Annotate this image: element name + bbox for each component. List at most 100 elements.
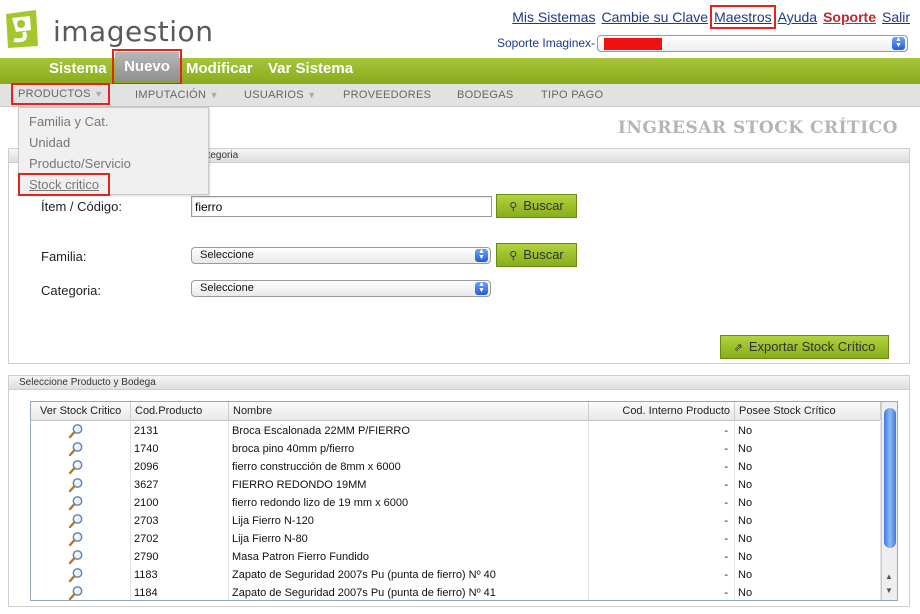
magnifier-icon[interactable] bbox=[68, 477, 84, 493]
magnifier-icon[interactable] bbox=[68, 549, 84, 565]
col-posee-stock[interactable]: Posee Stock Crítico bbox=[735, 402, 881, 421]
ver-stock-cell bbox=[31, 584, 131, 600]
posee-stock-cell: No bbox=[735, 566, 881, 584]
soporte-select[interactable]: ▲ ▼ bbox=[597, 35, 908, 52]
link-soporte[interactable]: Soporte bbox=[823, 9, 876, 25]
menu-item-producto-servicio[interactable]: Producto/Servicio bbox=[29, 156, 131, 171]
item-code-input[interactable] bbox=[191, 196, 492, 217]
col-nombre[interactable]: Nombre bbox=[229, 402, 589, 421]
buscar-familia-button[interactable]: ⚲ Buscar bbox=[496, 243, 577, 267]
subnav-tipo-pago[interactable]: TIPO PAGO bbox=[541, 89, 603, 101]
nav-nuevo[interactable]: Nuevo bbox=[112, 49, 182, 85]
magnifier-icon[interactable] bbox=[68, 423, 84, 439]
scroll-down-icon[interactable]: ▼ bbox=[885, 586, 893, 595]
cod-interno-cell: - bbox=[589, 584, 735, 600]
link-cambie-clave[interactable]: Cambie su Clave bbox=[601, 9, 708, 25]
magnifier-icon[interactable] bbox=[68, 513, 84, 529]
nav-sistema[interactable]: Sistema bbox=[49, 58, 107, 84]
caret-down-icon: ▼ bbox=[307, 90, 317, 100]
search-icon: ⚲ bbox=[509, 201, 518, 213]
logo-text: imagestion bbox=[53, 15, 214, 48]
subnav-usuarios[interactable]: USUARIOS ▼ bbox=[244, 89, 316, 101]
ver-stock-cell bbox=[31, 512, 131, 530]
table-row[interactable]: 1184 Zapato de Seguridad 2007s Pu (punta … bbox=[31, 584, 881, 600]
familia-select-value: Seleccione bbox=[200, 249, 254, 261]
cod-producto-cell: 2790 bbox=[131, 548, 229, 566]
nombre-cell: Masa Patron Fierro Fundido bbox=[229, 548, 589, 566]
subnav-productos[interactable]: PRODUCTOS ▼ bbox=[10, 83, 111, 105]
table-row[interactable]: 1740 broca pino 40mm p/fierro - No bbox=[31, 440, 881, 458]
table-row[interactable]: 3627 FIERRO REDONDO 19MM - No bbox=[31, 476, 881, 494]
select-arrow-icon: ▲ ▼ bbox=[475, 281, 488, 295]
table-row[interactable]: 2100 fierro redondo lizo de 19 mm x 6000-… bbox=[31, 494, 881, 512]
link-maestros[interactable]: Maestros bbox=[710, 5, 776, 29]
menu-item-unidad[interactable]: Unidad bbox=[29, 135, 70, 150]
magnifier-icon[interactable] bbox=[68, 495, 84, 511]
table-row[interactable]: 2702 Lija Fierro N-80- No bbox=[31, 530, 881, 548]
magnifier-icon[interactable] bbox=[68, 459, 84, 475]
results-panel-header: Seleccione Producto y Bodega bbox=[9, 376, 909, 390]
caret-down-icon: ▼ bbox=[94, 89, 104, 99]
link-mis-sistemas[interactable]: Mis Sistemas bbox=[512, 9, 595, 25]
col-cod-producto[interactable]: Cod.Producto bbox=[131, 402, 229, 421]
export-icon: ⇗ bbox=[733, 342, 743, 354]
vertical-scrollbar[interactable]: ▲ ▼ bbox=[881, 402, 897, 600]
nombre-cell: broca pino 40mm p/fierro bbox=[229, 440, 589, 458]
ver-stock-cell bbox=[31, 530, 131, 548]
caret-down-icon: ▼ bbox=[209, 90, 219, 100]
magnifier-icon[interactable] bbox=[68, 585, 84, 600]
cod-interno-cell: - bbox=[589, 440, 735, 458]
buscar-label: Buscar bbox=[523, 247, 564, 262]
subnav-productos-label: PRODUCTOS bbox=[18, 88, 91, 100]
cod-producto-cell: 2100 bbox=[131, 494, 229, 512]
results-table: Ver Stock Critico Cod.Producto Nombre Co… bbox=[30, 401, 898, 601]
subnav-bodegas[interactable]: BODEGAS bbox=[457, 89, 514, 101]
subnav-proveedores[interactable]: PROVEEDORES bbox=[343, 89, 431, 101]
sub-nav: PRODUCTOS ▼ IMPUTACIÓN ▼ USUARIOS ▼ PROV… bbox=[0, 83, 920, 107]
table-row[interactable]: 1183 Zapato de Seguridad 2007s Pu (punta … bbox=[31, 566, 881, 584]
col-ver-stock[interactable]: Ver Stock Critico bbox=[31, 402, 131, 421]
search-icon: ⚲ bbox=[509, 250, 518, 262]
header: imagestion Mis Sistemas Cambie su Clave Ma… bbox=[0, 0, 920, 58]
cod-interno-cell: - bbox=[589, 476, 735, 494]
scroll-thumb[interactable] bbox=[884, 408, 896, 548]
table-row[interactable]: 2096 fierro construcción de 8mm x 6000- No bbox=[31, 458, 881, 476]
nav-var-sistema[interactable]: Var Sistema bbox=[268, 58, 353, 84]
link-salir[interactable]: Salir bbox=[882, 9, 910, 25]
top-links: Mis Sistemas Cambie su Clave Maestros Ayuda… bbox=[506, 5, 910, 29]
categoria-select[interactable]: Seleccione ▲ ▼ bbox=[191, 280, 491, 297]
posee-stock-cell: No bbox=[735, 512, 881, 530]
ver-stock-cell bbox=[31, 476, 131, 494]
magnifier-icon[interactable] bbox=[68, 531, 84, 547]
posee-stock-cell: No bbox=[735, 440, 881, 458]
ver-stock-cell bbox=[31, 458, 131, 476]
table-row[interactable]: 2703 Lija Fierro N-120- No bbox=[31, 512, 881, 530]
nombre-cell: Broca Escalonada 22MM P/FIERRO bbox=[229, 422, 589, 440]
subnav-imputacion[interactable]: IMPUTACIÓN ▼ bbox=[135, 89, 219, 101]
ver-stock-cell bbox=[31, 548, 131, 566]
col-cod-interno[interactable]: Cod. Interno Producto bbox=[589, 402, 735, 421]
cod-producto-cell: 2702 bbox=[131, 530, 229, 548]
menu-item-stock-critico[interactable]: Stock critico bbox=[17, 173, 111, 196]
cod-interno-cell: - bbox=[589, 458, 735, 476]
imagestion-logo-icon[interactable] bbox=[2, 8, 40, 50]
nombre-cell: fierro redondo lizo de 19 mm x 6000 bbox=[229, 494, 589, 512]
nav-modificar[interactable]: Modificar bbox=[186, 58, 253, 84]
nombre-cell: fierro construcción de 8mm x 6000 bbox=[229, 458, 589, 476]
posee-stock-cell: No bbox=[735, 476, 881, 494]
magnifier-icon[interactable] bbox=[68, 567, 84, 583]
table-row[interactable]: 2790 Masa Patron Fierro Fundido - No bbox=[31, 548, 881, 566]
link-ayuda[interactable]: Ayuda bbox=[778, 9, 817, 25]
magnifier-icon[interactable] bbox=[68, 441, 84, 457]
redacted-value bbox=[604, 38, 662, 50]
cod-producto-cell: 1183 bbox=[131, 566, 229, 584]
exportar-stock-critico-button[interactable]: ⇗ Exportar Stock Crítico bbox=[720, 335, 889, 359]
menu-item-familia[interactable]: Familia y Cat. bbox=[29, 114, 108, 129]
table-row[interactable]: 2131 Broca Escalonada 22MM P/FIERRO - No bbox=[31, 422, 881, 440]
page-title: INGRESAR STOCK CRÍTICO bbox=[617, 118, 898, 138]
scroll-up-icon[interactable]: ▲ bbox=[885, 572, 893, 581]
nombre-cell: Lija Fierro N-80 bbox=[229, 530, 589, 548]
familia-select[interactable]: Seleccione ▲ ▼ bbox=[191, 247, 491, 264]
cod-producto-cell: 2703 bbox=[131, 512, 229, 530]
buscar-item-button[interactable]: ⚲ Buscar bbox=[496, 194, 577, 218]
